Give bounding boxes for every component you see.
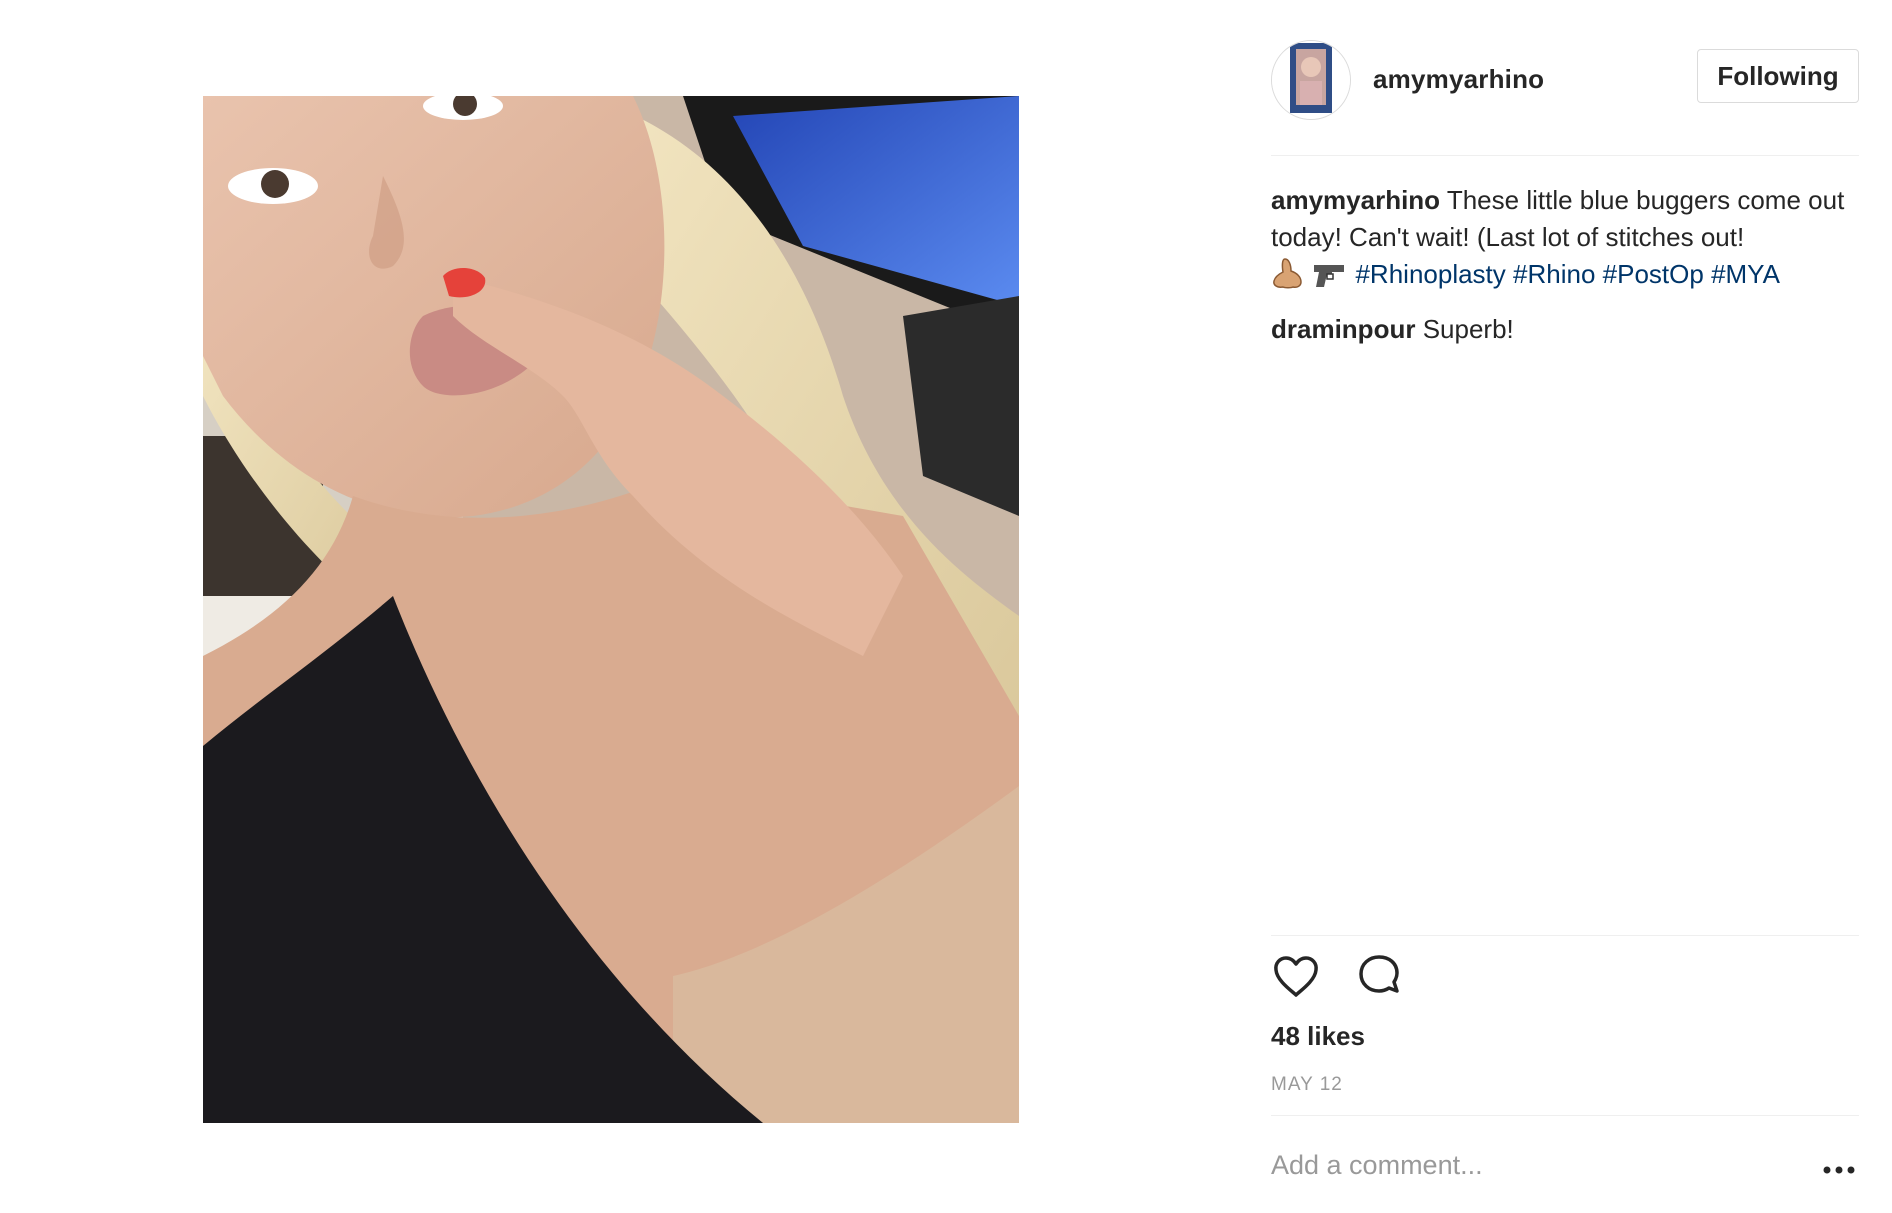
profile-avatar[interactable] xyxy=(1271,40,1351,120)
header-username[interactable]: amymyarhino xyxy=(1373,64,1544,95)
post-side-panel: amymyarhino Following amymyarhino These … xyxy=(1271,0,1859,1213)
hashtag-link[interactable]: #MYA xyxy=(1711,259,1780,289)
pistol-emoji-icon xyxy=(1312,261,1348,299)
comments-section: amymyarhino These little blue buggers co… xyxy=(1271,182,1859,360)
comment-bubble-icon[interactable] xyxy=(1354,952,1404,1002)
comment-text: Superb! xyxy=(1422,314,1514,344)
nose-emoji-icon xyxy=(1271,257,1305,299)
actions-divider xyxy=(1271,935,1859,936)
post-actions xyxy=(1271,952,1471,1002)
caption: amymyarhino These little blue buggers co… xyxy=(1271,182,1859,299)
caption-username[interactable]: amymyarhino xyxy=(1271,185,1440,215)
hashtag-link[interactable]: #Rhino xyxy=(1513,259,1595,289)
post-photo[interactable] xyxy=(203,96,1019,1123)
more-options-icon[interactable] xyxy=(1819,1160,1859,1180)
hashtag-link[interactable]: #PostOp xyxy=(1603,259,1704,289)
hashtag-link[interactable]: #Rhinoplasty xyxy=(1355,259,1505,289)
instagram-post-page: amymyarhino Following amymyarhino These … xyxy=(0,0,1892,1213)
avatar-image xyxy=(1272,41,1350,119)
comment-username[interactable]: draminpour xyxy=(1271,314,1415,344)
heart-icon[interactable] xyxy=(1271,952,1321,1002)
post-header: amymyarhino Following xyxy=(1271,40,1859,120)
post-date: MAY 12 xyxy=(1271,1074,1343,1095)
following-button[interactable]: Following xyxy=(1697,49,1859,103)
comment-item: draminpour Superb! xyxy=(1271,311,1859,348)
add-comment-input[interactable] xyxy=(1271,1150,1791,1181)
header-divider xyxy=(1271,155,1859,156)
likes-count[interactable]: 48 likes xyxy=(1271,1021,1365,1052)
comment-input-divider xyxy=(1271,1115,1859,1116)
selfie-photo xyxy=(203,96,1019,1123)
